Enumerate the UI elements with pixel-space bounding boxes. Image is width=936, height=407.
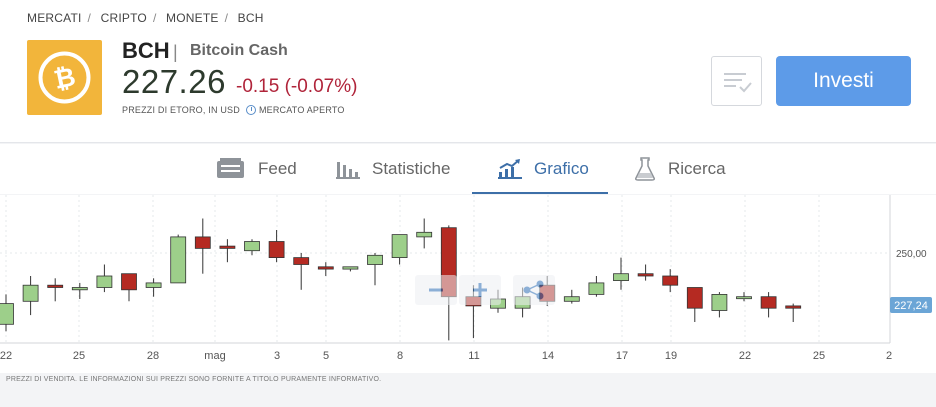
tab-feed[interactable]: Feed	[216, 144, 297, 194]
zoom-out-icon[interactable]	[415, 275, 457, 305]
candle-body	[613, 273, 629, 281]
zoom-in-icon[interactable]	[459, 275, 501, 305]
active-tab-indicator	[472, 192, 608, 194]
x-tick-label: 28	[147, 350, 159, 362]
y-tick-label: 250,00	[896, 249, 927, 260]
candle-body	[145, 282, 162, 288]
candle-body	[785, 305, 802, 309]
asset-price: 227.26	[122, 63, 226, 100]
breadcrumb-item-markets[interactable]: MERCATI	[27, 11, 82, 25]
candle-body	[736, 296, 752, 300]
asset-header: MERCATI / CRIPTO / MONETE / BCH ₿ BCH | Bit…	[0, 0, 936, 143]
tab-research[interactable]: Ricerca	[634, 144, 726, 194]
candle-body	[637, 273, 654, 277]
candle-body	[268, 241, 285, 259]
svg-text:₿: ₿	[51, 62, 78, 96]
x-tick-label: 14	[542, 350, 554, 362]
tab-label: Ricerca	[668, 159, 726, 178]
price-source: PREZZI DI ETORO, IN USD	[122, 105, 240, 115]
candle-body	[711, 294, 728, 311]
x-tick-label: 22	[0, 350, 12, 362]
invest-button[interactable]: Investi	[776, 56, 911, 106]
breadcrumb-item-coins[interactable]: MONETE	[166, 11, 219, 25]
x-tick-label: 22	[739, 350, 751, 362]
chart-trend-icon	[498, 159, 522, 179]
candle-body	[194, 236, 211, 249]
candle-body	[760, 296, 777, 309]
breadcrumb-separator: /	[87, 11, 92, 25]
disclaimer: PREZZI DI VENDITA. LE INFORMAZIONI SUI P…	[6, 376, 382, 383]
candle-body	[71, 287, 88, 291]
x-tick-label: mag	[204, 350, 225, 362]
tab-label: Feed	[258, 159, 297, 178]
x-tick-label: 5	[323, 350, 329, 362]
tab-statistics[interactable]: Statistiche	[336, 144, 450, 194]
bitcoin-logo: ₿	[27, 40, 102, 115]
x-tick-label: 17	[616, 350, 628, 362]
x-tick-label: 19	[665, 350, 677, 362]
watchlist-button[interactable]	[711, 56, 762, 106]
breadcrumb-separator: /	[224, 11, 229, 25]
breadcrumb-item-current: BCH	[237, 11, 264, 25]
asset-symbol: BCH	[122, 38, 170, 63]
x-tick-label: 8	[397, 350, 403, 362]
candle-body	[219, 245, 236, 249]
title-divider: |	[173, 42, 178, 62]
chart-controls[interactable]	[415, 275, 555, 305]
share-icon[interactable]	[513, 275, 555, 305]
candle-body	[686, 287, 703, 309]
flask-icon	[635, 157, 655, 181]
candle-body	[22, 284, 39, 302]
x-tick-label: 25	[73, 350, 85, 362]
market-status: MERCATO APERTO	[258, 105, 345, 115]
candle-body	[96, 275, 113, 288]
tab-label: Statistiche	[372, 159, 451, 178]
candle-body	[662, 275, 679, 286]
candle-body	[416, 231, 433, 238]
breadcrumb-item-crypto[interactable]: CRIPTO	[101, 11, 147, 25]
asset-name: Bitcoin Cash	[190, 42, 288, 59]
tab-label: Grafico	[534, 159, 589, 178]
candle-body	[293, 257, 310, 265]
candle-body	[391, 234, 408, 258]
feed-icon	[217, 158, 244, 178]
candle-body	[121, 273, 137, 291]
breadcrumb: MERCATI / CRIPTO / MONETE / BCH	[27, 11, 270, 25]
candle-body	[47, 284, 64, 288]
bar-stats-icon	[336, 162, 360, 179]
price-change: -0.15 (-0.07%)	[236, 76, 358, 97]
candle-body	[317, 266, 334, 270]
candle-body	[0, 303, 14, 325]
candle-body	[244, 241, 260, 252]
candle-body	[367, 254, 383, 265]
x-tick-label: 25	[813, 350, 825, 362]
candle-body	[563, 296, 580, 302]
x-tick-label: 2	[886, 350, 892, 362]
x-tick-label: 3	[274, 350, 280, 362]
tab-chart[interactable]: Grafico	[498, 144, 589, 194]
watchlist-check-icon	[724, 73, 752, 93]
candle-body	[170, 236, 187, 284]
tab-bar: Feed Statistiche Grafico Ricerca	[0, 144, 936, 323]
clock-icon	[245, 105, 256, 115]
candle-body	[342, 266, 359, 270]
candlestick-chart[interactable]: 22 25 28 mag 3 5 8 11 14 17 19 22 25 2 250,00 227,24	[0, 195, 936, 373]
candle-body	[588, 282, 605, 295]
price-chart[interactable]: 22 25 28 mag 3 5 8 11 14 17 19 22 25 2 250,00 227,24	[0, 195, 936, 373]
current-price-label: 227,24	[894, 300, 928, 312]
breadcrumb-separator: /	[152, 11, 157, 25]
price-info: PREZZI DI ETORO, IN USD MERCATO APERTO	[122, 105, 345, 115]
x-tick-label: 11	[468, 350, 479, 362]
